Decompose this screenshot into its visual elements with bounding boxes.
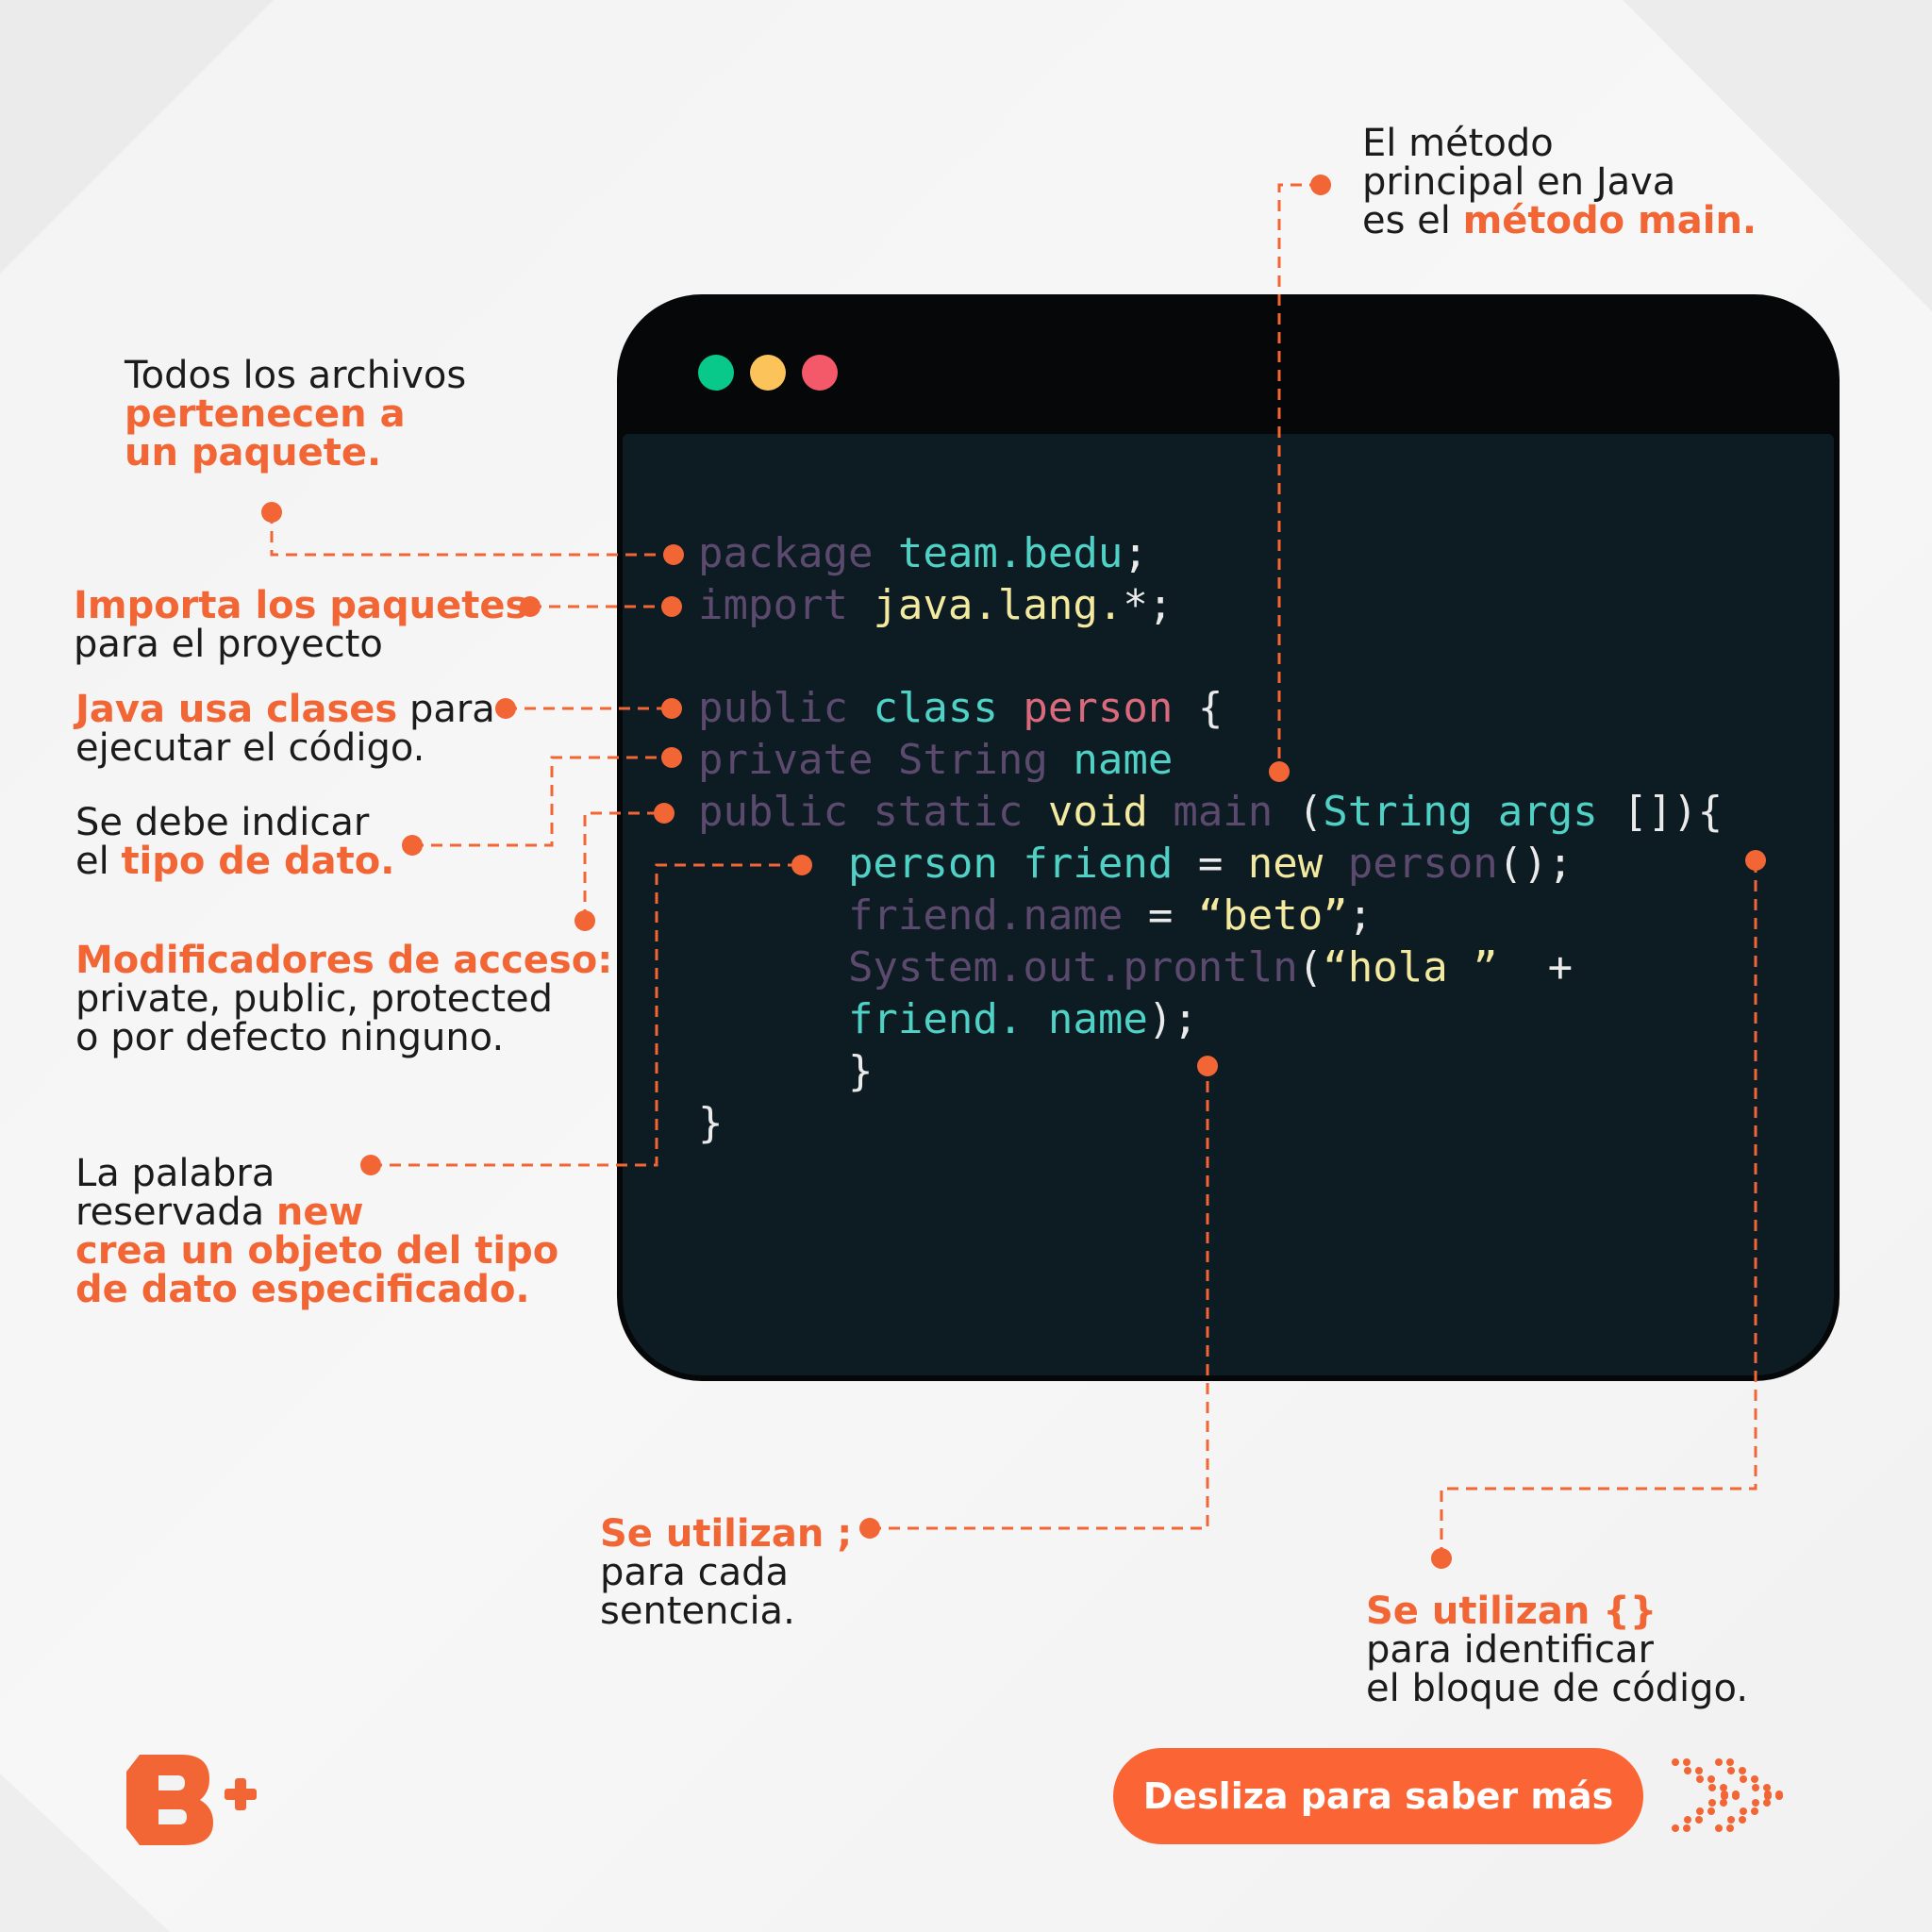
callout-modificadores: Modificadores de acceso: private, public… [75,941,612,1058]
callout-text: para identificar [1366,1628,1654,1672]
callout-clases: Java usa clases para ejecutar el código. [75,691,495,768]
callout-text: Todos los archivos [125,354,467,397]
callout-importa: Importa los paquetes para el proyecto [74,587,527,664]
callout-highlight: Java usa clases [75,688,398,731]
callout-highlight: Se utilizan ; [600,1512,853,1556]
callout-highlight: new [275,1191,364,1234]
callout-text: Se debe indicar [75,801,370,844]
callout-highlight: crea un objeto del tipo [75,1229,559,1273]
callout-highlight: método main. [1462,199,1757,242]
callout-text: sentencia. [600,1590,795,1633]
callout-text: private, public, protected [75,977,554,1021]
callout-new: La palabra reservada new crea un objeto … [75,1155,558,1309]
callout-highlight: Modificadores de acceso: [75,939,613,982]
callout-text: o por defecto ninguno. [75,1016,505,1059]
callout-text: para el proyecto [74,623,383,666]
callout-highlight: un paquete. [125,431,382,475]
callout-text: El método [1362,122,1554,165]
callout-text: el [75,840,122,883]
swipe-cta-button[interactable]: Desliza para saber más [1113,1748,1643,1844]
callout-tipo-dato: Se debe indicar el tipo de dato. [75,804,394,881]
callout-text: principal en Java [1362,160,1676,204]
callout-llaves: Se utilizan {} para identificar el bloqu… [1366,1592,1748,1708]
callout-paquete: Todos los archivos pertenecen a un paque… [125,357,466,473]
cta-label: Desliza para saber más [1142,1775,1614,1817]
callout-text: para cada [600,1551,789,1594]
callout-text: el bloque de código. [1366,1667,1749,1710]
callout-metodo-main: El método principal en Java es el método… [1362,125,1757,241]
dotted-double-chevron-icon [1672,1758,1783,1832]
callout-text: para [397,688,495,731]
callout-highlight: Se utilizan {} [1366,1590,1657,1633]
callout-text: reservada [75,1191,276,1234]
callout-highlight: pertenecen a [125,392,406,436]
callout-punto-coma: Se utilizan ; para cada sentencia. [600,1515,852,1631]
bedu-logo-icon [126,1755,257,1845]
callout-text: La palabra [75,1152,275,1195]
callout-text: es el [1362,199,1463,242]
callout-highlight: de dato especificado. [75,1268,530,1311]
callout-text: ejecutar el código. [75,726,425,770]
callout-highlight: Importa los paquetes [74,584,528,627]
callout-highlight: tipo de dato. [121,840,395,883]
